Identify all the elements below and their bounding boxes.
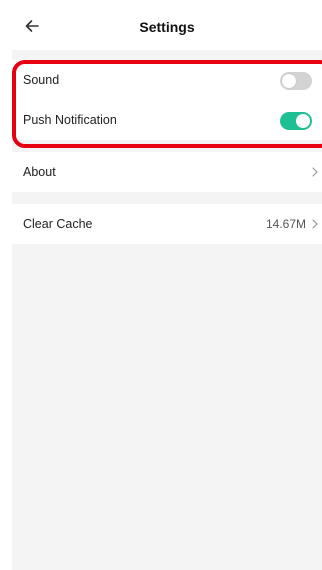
toggle-knob bbox=[282, 74, 296, 88]
cache-size-value: 14.67M bbox=[265, 217, 306, 231]
sound-toggle[interactable] bbox=[280, 72, 312, 90]
chevron-right-icon bbox=[312, 167, 318, 177]
push-notification-toggle[interactable] bbox=[280, 112, 312, 130]
clear-cache-label: Clear Cache bbox=[23, 217, 93, 231]
push-notification-setting-row[interactable]: Push Notification bbox=[12, 100, 322, 140]
chevron-right-icon bbox=[312, 219, 318, 229]
clear-cache-row[interactable]: Clear Cache 14.67M bbox=[12, 204, 322, 244]
sound-setting-row[interactable]: Sound bbox=[12, 60, 322, 100]
toggle-knob bbox=[296, 114, 310, 128]
about-row[interactable]: About bbox=[12, 152, 322, 192]
app-header: Settings bbox=[12, 0, 322, 50]
settings-screen: Settings Sound Push Notification About C… bbox=[12, 0, 322, 570]
page-title: Settings bbox=[139, 19, 195, 35]
sound-label: Sound bbox=[23, 73, 60, 87]
push-notification-label: Push Notification bbox=[23, 113, 117, 127]
about-label: About bbox=[23, 165, 56, 179]
